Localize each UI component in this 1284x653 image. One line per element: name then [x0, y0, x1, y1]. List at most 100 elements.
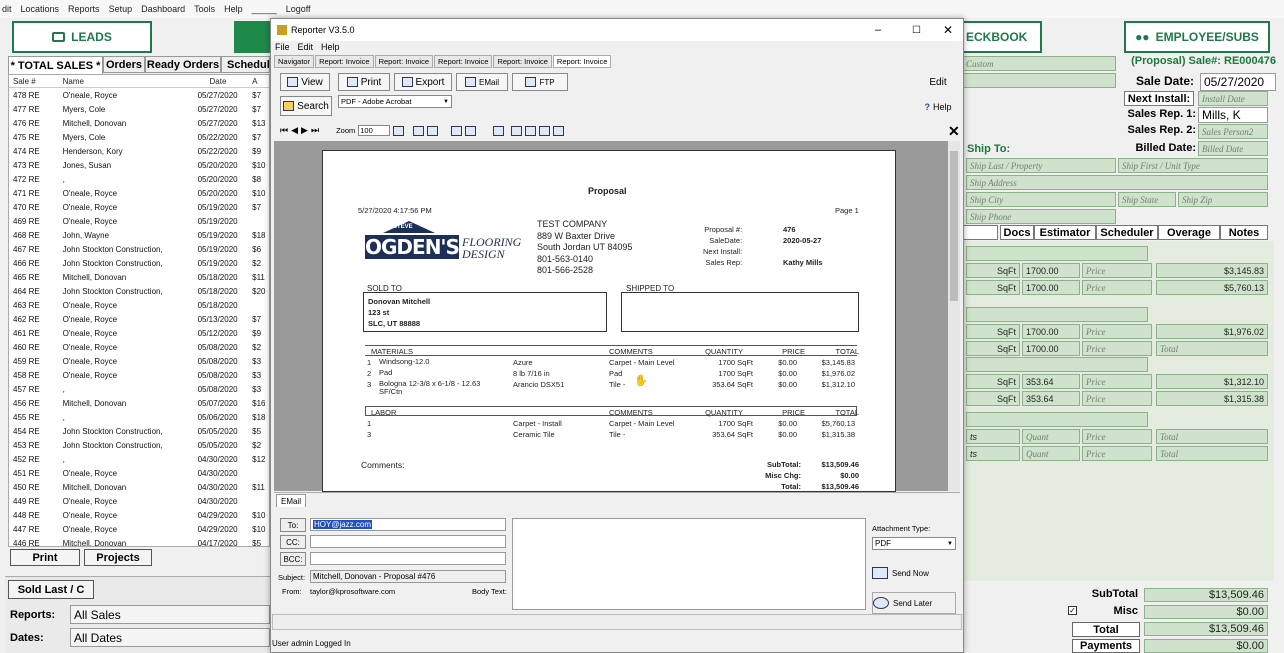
- line-price[interactable]: Price: [1082, 263, 1152, 278]
- multi-page-icon[interactable]: [539, 125, 551, 136]
- ftp-button[interactable]: FTP: [512, 73, 568, 91]
- help-button[interactable]: ? Help: [918, 98, 958, 116]
- grid-page-icon[interactable]: [553, 125, 565, 136]
- two-page-icon[interactable]: [525, 125, 537, 136]
- line-qty[interactable]: 1700.00: [1022, 324, 1080, 339]
- ship-city-field[interactable]: Ship City: [966, 192, 1116, 207]
- sale-date-field[interactable]: 05/27/2020: [1200, 73, 1276, 91]
- reporter-menu-item[interactable]: File: [275, 42, 290, 52]
- line-price[interactable]: Price: [1082, 324, 1152, 339]
- table-row[interactable]: 471 RE O'neale, Royce 05/20/2020 $10: [9, 186, 269, 200]
- employee-subs-button[interactable]: ●● EMPLOYEE/SUBS: [1124, 21, 1270, 53]
- menu-item[interactable]: Help: [224, 4, 243, 14]
- maximize-button[interactable]: ☐: [912, 25, 921, 36]
- next-page-icon[interactable]: ▶: [301, 125, 308, 136]
- table-row[interactable]: 449 RE O'neale, Royce 04/30/2020: [9, 494, 269, 508]
- body-text-area[interactable]: [512, 518, 866, 610]
- line-qty[interactable]: 353.64: [1022, 374, 1080, 389]
- reporter-menu-item[interactable]: Edit: [298, 42, 314, 52]
- projects-button[interactable]: Projects: [84, 549, 152, 566]
- doc-tab[interactable]: Report: Invoice: [552, 55, 612, 68]
- tab-estimator[interactable]: Estimator: [1034, 225, 1096, 240]
- sales-rep2-field[interactable]: Sales Person2: [1198, 124, 1268, 139]
- reporter-menu-item[interactable]: Help: [321, 42, 340, 52]
- table-row[interactable]: 478 RE O'neale, Royce 05/27/2020 $7: [9, 88, 269, 102]
- table-row[interactable]: 461 RE O'neale, Royce 05/12/2020 $9: [9, 326, 269, 340]
- table-row[interactable]: 476 RE Mitchell, Donovan 05/27/2020 $13: [9, 116, 269, 130]
- table-row[interactable]: 464 RE John Stockton Construction, 05/18/2…: [9, 284, 269, 298]
- ship-first-field[interactable]: Ship First / Unit Type: [1118, 158, 1268, 173]
- doc-tab[interactable]: Report: Invoice: [315, 55, 374, 68]
- table-row[interactable]: 466 RE John Stockton Construction, 05/19/2…: [9, 256, 269, 270]
- menu-item[interactable]: Locations: [21, 4, 60, 14]
- print-report-button[interactable]: Print: [338, 73, 390, 91]
- line-qty[interactable]: 1700.00: [1022, 280, 1080, 295]
- close-preview-icon[interactable]: ✕: [948, 123, 960, 140]
- doc-tab[interactable]: Navigator: [274, 55, 315, 68]
- green-button[interactable]: [234, 21, 272, 53]
- bcc-button[interactable]: BCC:: [280, 552, 306, 566]
- tab-overage[interactable]: Overage: [1158, 225, 1220, 240]
- table-row[interactable]: 474 RE Henderson, Kory 05/22/2020 $9: [9, 144, 269, 158]
- dates-select[interactable]: All Dates: [70, 628, 270, 647]
- table-row[interactable]: 454 RE John Stockton Construction, 05/05/2…: [9, 424, 269, 438]
- send-now-button[interactable]: Send Now: [872, 560, 956, 586]
- subject-field[interactable]: Mitchell, Donovan - Proposal #476: [310, 570, 506, 583]
- menu-item[interactable]: Reports: [68, 4, 100, 14]
- line-qty[interactable]: 1700.00: [1022, 341, 1080, 356]
- one-page-icon[interactable]: [511, 125, 523, 136]
- custom-field-2[interactable]: [962, 73, 1116, 88]
- custom-field[interactable]: Custom: [962, 56, 1116, 71]
- menu-item[interactable]: Dashboard: [141, 4, 185, 14]
- find-icon[interactable]: [465, 125, 477, 136]
- table-row[interactable]: 477 RE Myers, Cole 05/27/2020 $7: [9, 102, 269, 116]
- line-price[interactable]: Price: [1082, 391, 1152, 406]
- next-install-button[interactable]: Next Install:: [1124, 91, 1194, 106]
- tab-notes[interactable]: Notes: [1220, 225, 1268, 240]
- line-qty[interactable]: Quant: [1022, 429, 1080, 444]
- last-page-icon[interactable]: ⏭: [311, 125, 319, 136]
- doc-tab[interactable]: Report: Invoice: [493, 55, 552, 68]
- table-row[interactable]: 465 RE Mitchell, Donovan 05/18/2020 $11: [9, 270, 269, 284]
- table-row[interactable]: 463 RE O'neale, Royce 05/18/2020: [9, 298, 269, 312]
- zoom-in-icon[interactable]: [393, 125, 405, 136]
- print-button[interactable]: Print: [10, 549, 80, 566]
- total-button[interactable]: Total: [1072, 622, 1140, 637]
- tab-schedule[interactable]: Schedule: [221, 56, 270, 73]
- sold-last-button[interactable]: Sold Last / C: [8, 580, 94, 599]
- menu-item[interactable]: Logoff: [286, 4, 311, 14]
- tab-total-sales[interactable]: * TOTAL SALES *: [8, 56, 103, 74]
- doc-tab[interactable]: Report: Invoice: [374, 55, 434, 68]
- doc-search-field[interactable]: [962, 225, 998, 240]
- menu-item[interactable]: Setup: [109, 4, 133, 14]
- minimize-button[interactable]: –: [875, 24, 881, 36]
- line-price[interactable]: Price: [1082, 429, 1152, 444]
- ship-last-field[interactable]: Ship Last / Property: [966, 158, 1116, 173]
- email-button[interactable]: EMail: [456, 73, 508, 91]
- line-qty[interactable]: 353.64: [1022, 391, 1080, 406]
- table-row[interactable]: 453 RE John Stockton Construction, 05/05/2…: [9, 438, 269, 452]
- table-row[interactable]: 459 RE O'neale, Royce 05/08/2020 $3: [9, 354, 269, 368]
- tree-icon[interactable]: [451, 125, 463, 136]
- cc-field[interactable]: [310, 535, 506, 548]
- to-button[interactable]: To:: [280, 518, 306, 532]
- table-row[interactable]: 467 RE John Stockton Construction, 05/19/2…: [9, 242, 269, 256]
- table-row[interactable]: 458 RE O'neale, Royce 05/08/2020 $3: [9, 368, 269, 382]
- line-price[interactable]: Price: [1082, 280, 1152, 295]
- group-icon[interactable]: [493, 125, 505, 136]
- next-install-field[interactable]: Install Date: [1198, 91, 1268, 106]
- misc-checkbox[interactable]: ✓: [1068, 606, 1077, 615]
- table-row[interactable]: 447 RE O'neale, Royce 04/29/2020 $10: [9, 522, 269, 536]
- table-row[interactable]: 446 RE Mitchell, Donovan 04/17/2020 $5: [9, 536, 269, 547]
- sales-grid[interactable]: Sale # Name Date A 478 RE O'neale, Royce 05/2…: [8, 74, 270, 547]
- cc-button[interactable]: CC:: [280, 535, 306, 549]
- line-price[interactable]: Price: [1082, 446, 1152, 461]
- table-row[interactable]: 469 RE O'neale, Royce 05/19/2020: [9, 214, 269, 228]
- menu-item[interactable]: _____: [252, 4, 277, 14]
- checkbook-button[interactable]: ECKBOOK: [962, 21, 1042, 53]
- tab-docs[interactable]: Docs: [1000, 225, 1034, 240]
- view-button[interactable]: View: [280, 73, 330, 91]
- zoom-page-icon[interactable]: [413, 125, 425, 136]
- line-qty[interactable]: 1700.00: [1022, 263, 1080, 278]
- table-row[interactable]: 448 RE O'neale, Royce 04/29/2020 $10: [9, 508, 269, 522]
